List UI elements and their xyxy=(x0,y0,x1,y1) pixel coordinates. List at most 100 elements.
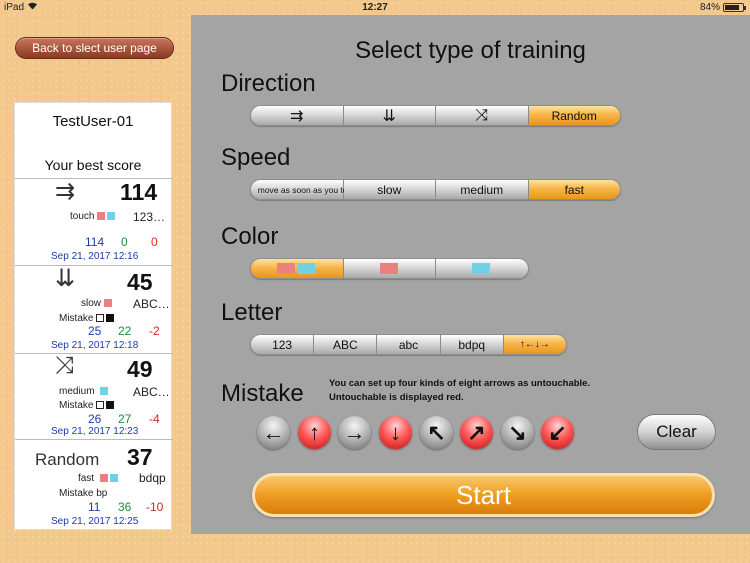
mistake-setting: Mistake bp xyxy=(59,488,108,499)
double-down-arrows-icon: ⇊ xyxy=(55,265,76,292)
letter-label: Letter xyxy=(221,299,283,326)
speed-setting: touch xyxy=(70,211,117,222)
speed-setting: medium xyxy=(59,386,110,397)
back-to-user-page-button[interactable]: Back to slect user page xyxy=(15,37,174,59)
direction-option-cross[interactable]: ⤨ xyxy=(436,106,529,125)
speed-option-slow[interactable]: slow xyxy=(343,180,436,199)
mistake-instructions: You can set up four kinds of eight arrow… xyxy=(329,378,591,403)
pink-color-icon xyxy=(97,212,106,220)
mistake-setting: Mistake xyxy=(59,400,116,411)
correct-count: 26 xyxy=(88,412,102,426)
letter-option-lowercase[interactable]: abc xyxy=(377,335,441,354)
penalty-count: -2 xyxy=(149,324,160,338)
speed-setting: fast xyxy=(78,473,120,484)
wrong-count: 36 xyxy=(118,500,132,514)
arrow-up-toggle-button[interactable]: ↑ xyxy=(298,416,331,449)
score-date: Sep 21, 2017 12:18 xyxy=(51,340,139,351)
mistake-label: Mistake xyxy=(221,380,304,407)
cross-arrows-icon: ⤨ xyxy=(55,352,75,379)
score-entry-parallel: ⇉ 114 touch 123… 114 0 0 Sep 21, 2017 12… xyxy=(15,178,173,265)
color-option-cyan[interactable] xyxy=(436,259,528,278)
letter-option-numbers[interactable]: 123 xyxy=(251,335,315,354)
arrow-up-right-icon: ↗ xyxy=(467,419,486,445)
best-score-label: Your best score xyxy=(44,157,142,173)
penalty-count: -10 xyxy=(146,500,164,514)
arrow-right-icon: → xyxy=(343,419,366,445)
speed-option-fast[interactable]: fast xyxy=(528,180,620,199)
best-score-value: 45 xyxy=(127,269,153,295)
arrow-right-toggle-button[interactable]: → xyxy=(338,416,371,449)
score-entry-down: ⇊ 45 slow ABC… Mistake 25 22 -2 Sep 21, … xyxy=(15,265,173,353)
user-name: TestUser-01 xyxy=(52,113,134,130)
speed-selector: move as soon as you touch slow medium fa… xyxy=(250,179,621,200)
wrong-count: 27 xyxy=(118,412,132,426)
direction-label: Direction xyxy=(221,70,316,97)
start-button[interactable]: Start xyxy=(252,473,715,517)
letter-option-arrows[interactable]: ↑←↓→ xyxy=(503,335,566,354)
letter-setting: ABC… xyxy=(133,297,170,311)
white-square-icon xyxy=(96,401,105,409)
cyan-color-icon xyxy=(100,387,109,395)
speed-option-medium[interactable]: medium xyxy=(436,180,529,199)
score-date: Sep 21, 2017 12:23 xyxy=(51,426,139,437)
correct-count: 11 xyxy=(88,500,101,514)
correct-count: 114 xyxy=(85,235,105,249)
cyan-color-icon xyxy=(296,263,315,274)
best-score-value: 37 xyxy=(127,444,153,470)
clear-button[interactable]: Clear xyxy=(637,414,716,450)
penalty-count: 0 xyxy=(151,235,158,249)
pink-color-icon xyxy=(99,474,108,482)
cyan-color-icon xyxy=(109,474,118,482)
pink-color-icon xyxy=(379,263,398,274)
pink-color-icon xyxy=(276,263,295,274)
direction-option-random[interactable]: Random xyxy=(528,106,620,125)
status-bar: iPad 12:27 84% xyxy=(0,0,750,15)
letter-setting: ABC… xyxy=(133,385,170,399)
cyan-color-icon xyxy=(472,263,491,274)
letter-option-bdpq[interactable]: bdpq xyxy=(440,335,504,354)
best-score-value: 114 xyxy=(120,179,158,205)
correct-count: 25 xyxy=(88,324,102,338)
wrong-count: 0 xyxy=(121,235,128,249)
speed-option-touch[interactable]: move as soon as you touch xyxy=(251,180,361,199)
letter-option-uppercase[interactable]: ABC xyxy=(314,335,378,354)
score-entry-cross: ⤨ 49 medium ABC… Mistake 26 27 -4 Sep 21… xyxy=(15,352,173,439)
arrow-up-right-toggle-button[interactable]: ↗ xyxy=(460,416,493,449)
penalty-count: -4 xyxy=(149,412,160,426)
page-title: Select type of training xyxy=(355,37,586,64)
direction-selector: ⇉ ⇊ ⤨ Random xyxy=(250,105,621,126)
white-square-icon xyxy=(96,314,105,322)
speed-setting: slow xyxy=(81,298,114,309)
letter-setting: 123… xyxy=(133,210,166,224)
arrow-down-left-icon: ↙ xyxy=(548,419,567,445)
arrow-down-toggle-button[interactable]: ↓ xyxy=(379,416,412,449)
arrow-down-icon: ↓ xyxy=(390,419,401,445)
arrow-up-icon: ↑ xyxy=(309,419,320,445)
battery-icon xyxy=(723,3,746,12)
arrow-up-left-toggle-button[interactable]: ↖ xyxy=(420,416,453,449)
letter-selector: 123 ABC abc bdpq ↑←↓→ xyxy=(250,334,567,355)
color-option-pink[interactable] xyxy=(343,259,437,278)
score-date: Sep 21, 2017 12:25 xyxy=(51,516,139,527)
arrow-left-toggle-button[interactable]: ← xyxy=(257,416,290,449)
color-label: Color xyxy=(221,223,279,250)
score-date: Sep 21, 2017 12:16 xyxy=(51,251,139,262)
direction-option-down[interactable]: ⇊ xyxy=(343,106,436,125)
battery-percent: 84% xyxy=(699,2,720,13)
mistake-setting: Mistake xyxy=(59,313,116,324)
color-option-both[interactable] xyxy=(251,259,344,278)
parallel-arrows-icon: ⇉ xyxy=(55,178,76,205)
speed-label: Speed xyxy=(221,144,291,171)
arrow-up-left-icon: ↖ xyxy=(427,419,446,445)
black-square-icon xyxy=(106,314,115,322)
arrow-down-right-toggle-button[interactable]: ↘ xyxy=(501,416,534,449)
direction-option-parallel[interactable]: ⇉ xyxy=(251,106,344,125)
arrow-left-icon: ← xyxy=(262,419,285,445)
arrow-down-right-icon: ↘ xyxy=(508,419,527,445)
clock: 12:27 xyxy=(362,2,388,13)
random-label: Random xyxy=(35,450,100,469)
pink-color-icon xyxy=(103,299,112,307)
arrow-down-left-toggle-button[interactable]: ↙ xyxy=(541,416,574,449)
letter-setting: bdqp xyxy=(139,471,166,485)
wrong-count: 22 xyxy=(118,324,132,338)
